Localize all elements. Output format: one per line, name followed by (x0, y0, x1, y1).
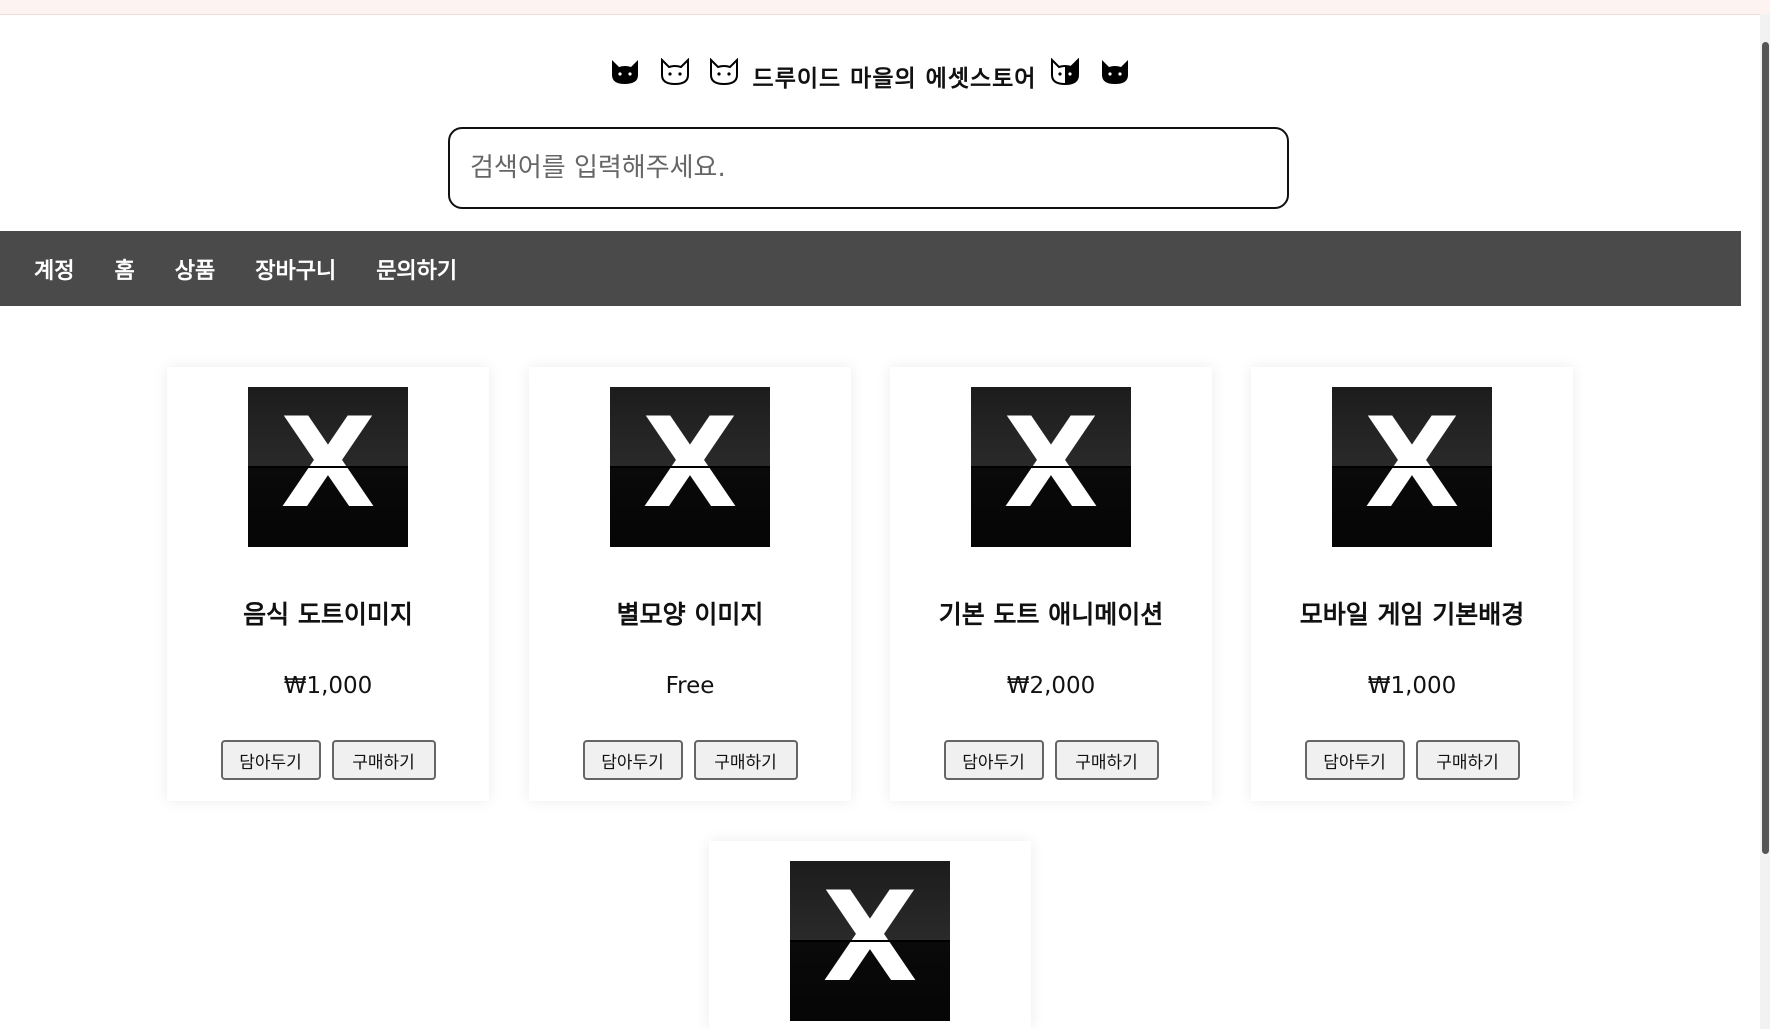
buy-button[interactable]: 구매하기 (693, 740, 798, 780)
product-actions: 담아두기 구매하기 (1251, 740, 1573, 780)
scrollbar-thumb[interactable] (1762, 42, 1769, 854)
nav-item-home[interactable]: 홈 (114, 253, 134, 285)
product-image[interactable]: X (1332, 387, 1492, 547)
search-input[interactable] (448, 127, 1289, 209)
nav-item-cart[interactable]: 장바구니 (255, 253, 336, 285)
x-icon: X (1364, 392, 1460, 536)
x-icon: X (280, 392, 376, 536)
image-fold-line (248, 466, 408, 468)
add-to-cart-button[interactable]: 담아두기 (220, 740, 321, 780)
cat-icon (1098, 58, 1132, 93)
cat-outline-icon (707, 57, 741, 93)
page: 드루이드 마을의 에셋스토어 계정 홈 상품 장바구니 문의하기 X 음식 도트… (0, 0, 1770, 1029)
cat-half-icon (1048, 57, 1082, 93)
product-title: 별모양 이미지 (616, 600, 764, 629)
nav-item-contact[interactable]: 문의하기 (376, 253, 457, 285)
nav-item-account[interactable]: 계정 (34, 253, 74, 285)
product-price: Free (665, 673, 715, 699)
product-actions: 담아두기 구매하기 (890, 740, 1212, 780)
product-actions: 담아두기 구매하기 (529, 740, 851, 780)
product-card: X 모바일 게임 기본배경 ₩1,000 담아두기 구매하기 (1251, 367, 1573, 801)
buy-button[interactable]: 구매하기 (331, 740, 436, 780)
product-card: X (709, 841, 1031, 1029)
add-to-cart-button[interactable]: 담아두기 (582, 740, 683, 780)
buy-button[interactable]: 구매하기 (1415, 740, 1520, 780)
x-icon: X (822, 866, 918, 1010)
product-card: X 기본 도트 애니메이션 ₩2,000 담아두기 구매하기 (890, 367, 1212, 801)
add-to-cart-button[interactable]: 담아두기 (1304, 740, 1405, 780)
product-actions: 담아두기 구매하기 (167, 740, 489, 780)
image-fold-line (790, 940, 950, 942)
site-title: 드루이드 마을의 에셋스토어 (0, 57, 1740, 93)
product-title: 음식 도트이미지 (243, 600, 413, 629)
product-price: ₩1,000 (1367, 673, 1457, 699)
x-icon: X (1003, 392, 1099, 536)
main-navbar: 계정 홈 상품 장바구니 문의하기 (0, 231, 1741, 306)
add-to-cart-button[interactable]: 담아두기 (943, 740, 1044, 780)
product-image[interactable]: X (610, 387, 770, 547)
product-card: X 별모양 이미지 Free 담아두기 구매하기 (529, 367, 851, 801)
page-scrollbar[interactable] (1760, 14, 1770, 1029)
product-title: 기본 도트 애니메이션 (938, 600, 1164, 629)
image-fold-line (1332, 466, 1492, 468)
product-price: ₩2,000 (1006, 673, 1096, 699)
product-price: ₩1,000 (283, 673, 373, 699)
x-icon: X (642, 392, 738, 536)
product-image[interactable]: X (971, 387, 1131, 547)
nav-item-products[interactable]: 상품 (175, 253, 215, 285)
cat-outline-icon (658, 57, 692, 93)
product-title: 모바일 게임 기본배경 (1299, 600, 1525, 629)
image-fold-line (971, 466, 1131, 468)
image-fold-line (610, 466, 770, 468)
site-title-text: 드루이드 마을의 에셋스토어 (752, 66, 1037, 92)
cat-icon (608, 58, 642, 93)
buy-button[interactable]: 구매하기 (1054, 740, 1159, 780)
product-image[interactable]: X (790, 861, 950, 1021)
product-image[interactable]: X (248, 387, 408, 547)
product-card: X 음식 도트이미지 ₩1,000 담아두기 구매하기 (167, 367, 489, 801)
browser-top-strip (0, 0, 1770, 15)
